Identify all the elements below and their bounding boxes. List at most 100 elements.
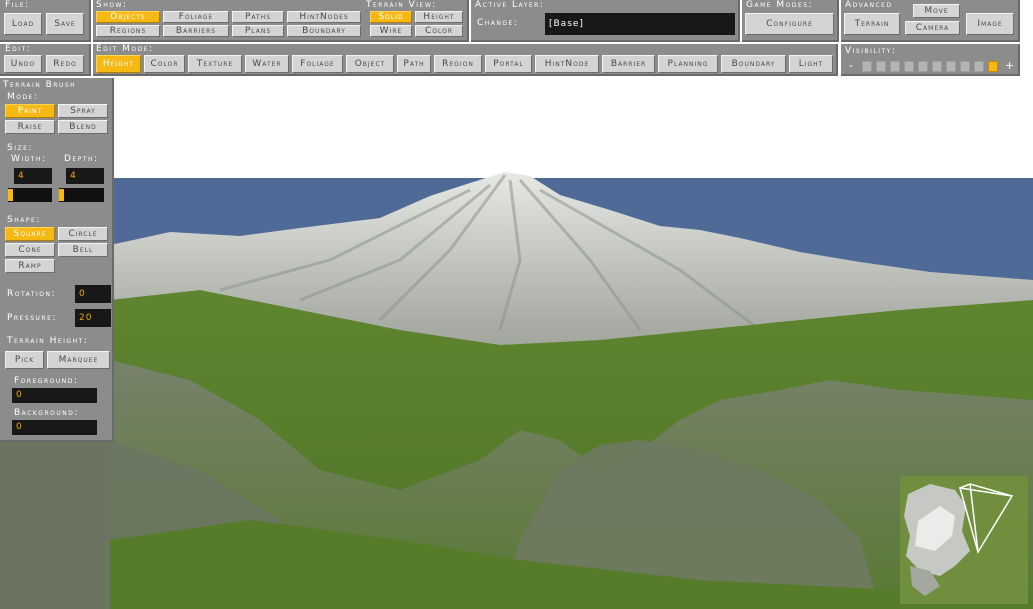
mode-object-tab[interactable]: Object: [346, 55, 394, 73]
brush-depth-slider[interactable]: [59, 188, 104, 202]
brush-raise-button[interactable]: Raise: [5, 120, 55, 134]
show-foliage-toggle[interactable]: Foliage: [163, 11, 229, 23]
active-layer-panel: Active Layer: Change: [Base]: [471, 0, 740, 42]
show-plans-toggle[interactable]: Plans: [232, 25, 284, 37]
shape-circle-button[interactable]: Circle: [58, 227, 108, 241]
brush-paint-button[interactable]: Paint: [5, 104, 55, 118]
show-barriers-toggle[interactable]: Barriers: [163, 25, 229, 37]
marquee-button[interactable]: Marquee: [47, 351, 110, 369]
load-button[interactable]: Load: [4, 13, 42, 35]
brush-spray-button[interactable]: Spray: [58, 104, 108, 118]
background-field[interactable]: 0: [12, 420, 97, 435]
active-layer-field[interactable]: [Base]: [545, 13, 735, 35]
visibility-level-box[interactable]: [890, 61, 900, 72]
configure-button[interactable]: Configure: [745, 13, 834, 35]
terrain-brush-panel: Terrain Brush Mode: Paint Spray Raise Bl…: [0, 78, 114, 442]
shape-cone-button[interactable]: Cone: [5, 243, 55, 257]
visibility-decrease-button[interactable]: -: [849, 59, 854, 72]
edit-mode-title: Edit Mode:: [96, 44, 154, 54]
edit-mode-panel: Edit Mode: Height Color Texture Water Fo…: [93, 44, 838, 76]
visibility-level-box[interactable]: [946, 61, 956, 72]
visibility-title: Visibility:: [845, 46, 897, 56]
advanced-terrain-button[interactable]: Terrain: [844, 13, 900, 35]
terrain-view-wire-toggle[interactable]: Wire: [370, 25, 412, 37]
visibility-level-box[interactable]: [932, 61, 942, 72]
mode-region-tab[interactable]: Region: [434, 55, 482, 73]
show-paths-toggle[interactable]: Paths: [232, 11, 284, 23]
mode-barrier-tab[interactable]: Barrier: [602, 55, 655, 73]
visibility-level-box[interactable]: [974, 61, 984, 72]
mode-color-tab[interactable]: Color: [144, 55, 185, 73]
rotation-field[interactable]: 0: [75, 285, 111, 303]
file-title: File:: [5, 0, 30, 10]
visibility-increase-button[interactable]: +: [1005, 59, 1015, 72]
terrain-view-solid-toggle[interactable]: Solid: [370, 11, 412, 23]
show-title: Show:: [96, 0, 128, 10]
show-hintnodes-toggle[interactable]: HintNodes: [287, 11, 361, 23]
mode-path-tab[interactable]: Path: [397, 55, 431, 73]
mode-planning-tab[interactable]: Planning: [658, 55, 718, 73]
shape-bell-button[interactable]: Bell: [58, 243, 108, 257]
brush-width-slider-thumb[interactable]: [8, 189, 13, 201]
visibility-panel: Visibility: - +: [841, 44, 1020, 76]
mode-light-tab[interactable]: Light: [789, 55, 833, 73]
pressure-field[interactable]: 20: [75, 309, 111, 327]
terrain-view-title: Terrain View:: [366, 0, 437, 10]
visibility-level-box[interactable]: [904, 61, 914, 72]
terrain-height-label: Terrain Height:: [7, 336, 89, 346]
terrain-view-height-toggle[interactable]: Height: [415, 11, 463, 23]
show-boundary-toggle[interactable]: Boundary: [287, 25, 361, 37]
mode-water-tab[interactable]: Water: [245, 55, 289, 73]
edit-title: Edit:: [5, 44, 32, 54]
game-modes-panel: Game Modes: Configure: [742, 0, 839, 42]
undo-button[interactable]: Undo: [4, 55, 42, 73]
foreground-field[interactable]: 0: [12, 388, 97, 403]
rotation-label: Rotation:: [7, 289, 56, 299]
terrain-brush-title: Terrain Brush: [3, 80, 77, 90]
mode-boundary-tab[interactable]: Boundary: [721, 55, 786, 73]
visibility-level-box[interactable]: [988, 61, 998, 72]
pick-button[interactable]: Pick: [5, 351, 44, 369]
shape-square-button[interactable]: Square: [5, 227, 55, 241]
mode-portal-tab[interactable]: Portal: [485, 55, 532, 73]
show-panel: Show: Objects Foliage Paths HintNodes Re…: [93, 0, 469, 42]
brush-size-label: Size:: [7, 143, 33, 153]
pressure-label: Pressure:: [7, 313, 57, 323]
advanced-title: Advanced: [845, 0, 893, 10]
mode-texture-tab[interactable]: Texture: [188, 55, 242, 73]
edit-panel: Edit: Undo Redo: [0, 44, 91, 76]
active-layer-title: Active Layer:: [475, 0, 545, 10]
background-label: Background:: [14, 408, 79, 418]
minimap[interactable]: [900, 476, 1028, 604]
advanced-image-button[interactable]: Image: [966, 13, 1014, 35]
mode-height-tab[interactable]: Height: [96, 55, 141, 73]
brush-mode-label: Mode:: [7, 92, 39, 102]
visibility-level-box[interactable]: [862, 61, 872, 72]
terrain-view-color-toggle[interactable]: Color: [415, 25, 463, 37]
brush-depth-label: Depth:: [64, 154, 99, 164]
mode-hintnode-tab[interactable]: HintNode: [535, 55, 599, 73]
brush-depth-field[interactable]: 4: [66, 168, 104, 184]
file-panel: File: Load Save: [0, 0, 91, 42]
terrain-render: [0, 0, 1033, 609]
foreground-label: Foreground:: [14, 376, 79, 386]
terrain-viewport[interactable]: [0, 0, 1033, 609]
brush-width-field[interactable]: 4: [14, 168, 52, 184]
redo-button[interactable]: Redo: [46, 55, 84, 73]
game-modes-title: Game Modes:: [746, 0, 814, 10]
brush-width-slider[interactable]: [8, 188, 52, 202]
advanced-panel: Advanced Terrain Move Camera Image: [841, 0, 1020, 42]
brush-depth-slider-thumb[interactable]: [59, 189, 64, 201]
visibility-level-box[interactable]: [876, 61, 886, 72]
brush-shape-label: Shape:: [7, 215, 41, 225]
advanced-move-button[interactable]: Move: [913, 4, 960, 18]
brush-blend-button[interactable]: Blend: [58, 120, 108, 134]
show-objects-toggle[interactable]: Objects: [96, 11, 160, 23]
mode-foliage-tab[interactable]: Foliage: [292, 55, 343, 73]
save-button[interactable]: Save: [46, 13, 84, 35]
visibility-level-box[interactable]: [918, 61, 928, 72]
advanced-camera-button[interactable]: Camera: [905, 21, 960, 35]
show-regions-toggle[interactable]: Regions: [96, 25, 160, 37]
visibility-level-box[interactable]: [960, 61, 970, 72]
shape-ramp-button[interactable]: Ramp: [5, 259, 55, 273]
